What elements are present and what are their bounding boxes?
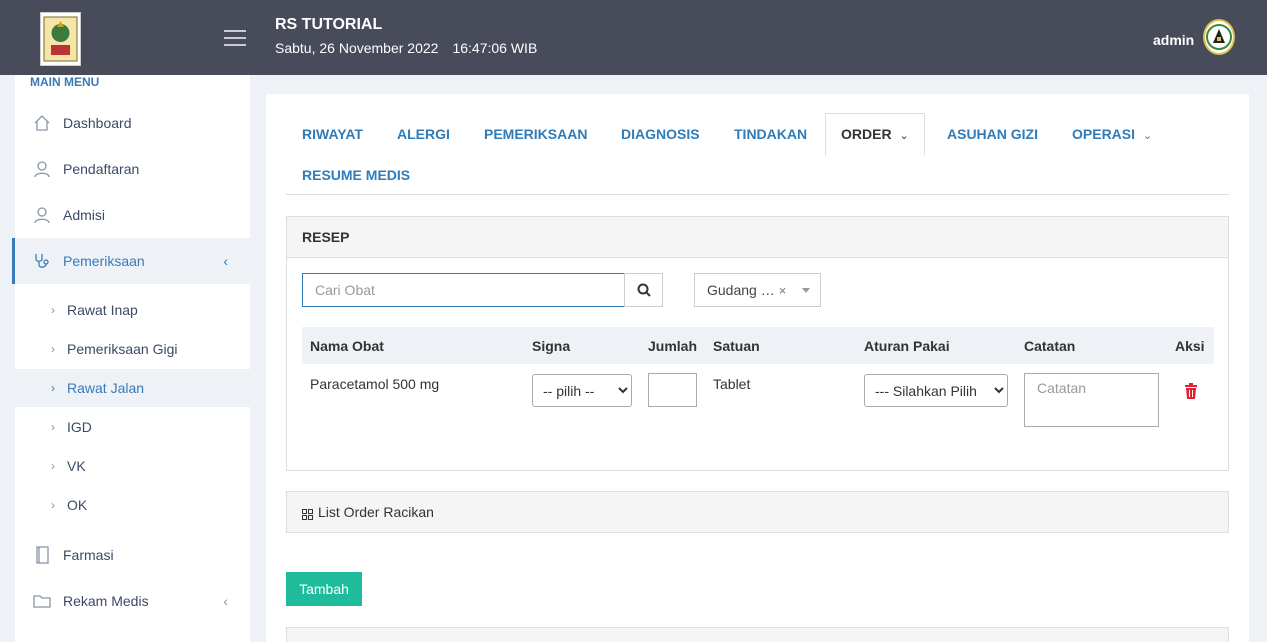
avatar[interactable] [1203, 19, 1235, 55]
nama-obat-cell: Paracetamol 500 mg [310, 376, 440, 392]
resep-card: RESEP Gudang … × Nama Obat Signa Jumlah … [286, 216, 1229, 471]
user-name[interactable]: admin [1153, 32, 1194, 48]
user-icon [33, 206, 51, 224]
delete-button[interactable] [1184, 383, 1198, 399]
search-icon [637, 283, 651, 297]
gudang-selected-value: Gudang … [707, 282, 775, 298]
chevron-right-icon: › [51, 381, 55, 395]
sidebar-item-label: Pendaftaran [63, 161, 140, 177]
top-bar: RS TUTORIAL Sabtu, 26 November 2022 16:47… [0, 0, 1267, 75]
tab-operasi-label: OPERASI [1072, 126, 1136, 142]
jumlah-input[interactable] [648, 373, 697, 407]
sidebar-item-pendaftaran[interactable]: Pendaftaran [15, 146, 250, 192]
tab-order[interactable]: ORDER ⌄ [825, 113, 925, 156]
chevron-left-icon: ‹ [223, 593, 228, 609]
tab-tindakan[interactable]: TINDAKAN [734, 126, 807, 142]
catatan-textarea[interactable]: Catatan [1024, 373, 1159, 427]
search-obat-input[interactable] [302, 273, 625, 307]
clear-icon[interactable]: × [779, 283, 787, 298]
sidebar-item-pemeriksaan[interactable]: Pemeriksaan ‹ [12, 238, 250, 284]
tabs-divider [286, 194, 1229, 195]
chevron-right-icon: › [51, 342, 55, 356]
tab-alergi[interactable]: ALERGI [397, 126, 450, 142]
column-header: Aksi [1175, 338, 1205, 354]
column-header: Jumlah [648, 338, 698, 354]
trash-icon [1185, 383, 1197, 399]
catatan-placeholder: Catatan [1037, 380, 1087, 396]
tab-diagnosis[interactable]: DIAGNOSIS [621, 126, 700, 142]
sidebar-subitem-label: OK [67, 497, 88, 513]
sidebar-item-label: Farmasi [63, 547, 114, 563]
sidebar-subitem-rawat-inap[interactable]: › Rawat Inap [15, 291, 250, 329]
sidebar-item-rekam-medis[interactable]: Rekam Medis ‹ [15, 578, 250, 624]
list-order-racikan-panel[interactable]: List Order Racikan [286, 491, 1229, 533]
tab-pemeriksaan[interactable]: PEMERIKSAAN [484, 126, 587, 142]
sidebar-item-admisi[interactable]: Admisi [15, 192, 250, 238]
sidebar-item-label: Dashboard [63, 115, 132, 131]
resep-title: RESEP [287, 217, 1228, 258]
sidebar-subitem-rawat-jalan[interactable]: › Rawat Jalan [15, 369, 250, 407]
sidebar-subitem-label: Rawat Inap [67, 302, 138, 318]
sidebar-subitem-vk[interactable]: › VK [15, 447, 250, 485]
racikan-label: List Order Racikan [318, 504, 434, 520]
chevron-down-icon: ⌄ [899, 130, 909, 142]
chevron-right-icon: › [51, 420, 55, 434]
current-datetime: Sabtu, 26 November 2022 16:47:06 WIB [275, 40, 537, 56]
sidebar-subitem-igd[interactable]: › IGD [15, 408, 250, 446]
chevron-right-icon: › [51, 303, 55, 317]
app-title: RS TUTORIAL [275, 16, 383, 33]
chevron-right-icon: › [51, 498, 55, 512]
tab-order-label: ORDER [841, 126, 892, 142]
column-header: Aturan Pakai [864, 338, 950, 354]
satuan-cell: Tablet [713, 376, 751, 392]
search-button[interactable] [624, 273, 663, 307]
column-header: Satuan [713, 338, 760, 354]
hospital-logo [40, 12, 81, 66]
menu-toggle-icon[interactable] [224, 30, 246, 46]
sidebar-subitem-pemeriksaan-gigi[interactable]: › Pemeriksaan Gigi [15, 330, 250, 368]
book-icon [33, 546, 51, 564]
folder-icon [33, 592, 51, 610]
chevron-left-icon: ‹ [223, 253, 228, 269]
chevron-down-icon: ⌄ [1142, 130, 1153, 142]
column-header: Signa [532, 338, 571, 354]
main-panel: RIWAYAT ALERGI PEMERIKSAAN DIAGNOSIS TIN… [266, 94, 1249, 642]
tambah-button[interactable]: Tambah [286, 572, 362, 606]
tab-operasi[interactable]: OPERASI ⌄ [1072, 126, 1152, 142]
sidebar-subitem-label: IGD [67, 419, 92, 435]
stethoscope-icon [33, 252, 51, 270]
sidebar-item-dashboard[interactable]: Dashboard [15, 100, 250, 146]
current-time: 16:47:06 WIB [452, 40, 538, 56]
tab-resume-medis[interactable]: RESUME MEDIS [302, 167, 410, 183]
sidebar-item-label: Rekam Medis [63, 593, 149, 609]
column-header: Catatan [1024, 338, 1076, 354]
sidebar-subitem-label: VK [67, 458, 86, 474]
sidebar-subitem-label: Rawat Jalan [67, 380, 145, 396]
signa-select[interactable]: -- pilih -- [532, 374, 632, 407]
column-header: Nama Obat [310, 338, 384, 354]
tab-asuhan-gizi[interactable]: ASUHAN GIZI [947, 126, 1038, 142]
sidebar-section-label: MAIN MENU [30, 75, 100, 89]
aturan-pakai-select[interactable]: --- Silahkan Pilih [864, 374, 1008, 407]
chevron-down-icon [802, 288, 810, 293]
sidebar: MAIN MENU Dashboard Pendaftaran Admisi P… [12, 75, 250, 642]
chevron-right-icon: › [51, 459, 55, 473]
resep-table-header: Nama Obat Signa Jumlah Satuan Aturan Pak… [302, 327, 1214, 364]
grid-icon [302, 507, 313, 520]
gudang-select[interactable]: Gudang … × [694, 273, 821, 307]
sidebar-item-label: Admisi [63, 207, 106, 223]
sidebar-item-farmasi[interactable]: Farmasi [15, 532, 250, 578]
sidebar-item-label: Pemeriksaan [63, 253, 145, 269]
sidebar-subitem-label: Pemeriksaan Gigi [67, 341, 178, 357]
bottom-panel [286, 627, 1229, 642]
home-icon [33, 114, 51, 132]
user-icon [33, 160, 51, 178]
sidebar-subitem-ok[interactable]: › OK [15, 486, 250, 524]
tab-riwayat[interactable]: RIWAYAT [302, 126, 363, 142]
current-date: Sabtu, 26 November 2022 [275, 40, 439, 56]
